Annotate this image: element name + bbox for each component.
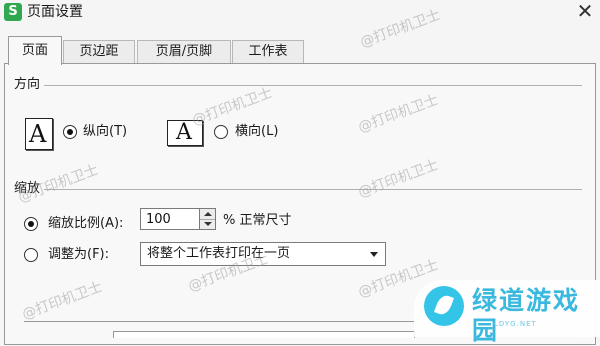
- landscape-icon: A: [167, 120, 203, 146]
- window-title: 页面设置: [27, 4, 83, 20]
- scale-suffix-label: % 正常尺寸: [223, 213, 292, 228]
- fit-to-select[interactable]: 将整个工作表打印在一页: [140, 242, 386, 266]
- scale-percent-input[interactable]: 100: [140, 208, 200, 230]
- brand-logo: 绿道游戏园 LDYG.NET: [414, 280, 600, 345]
- brand-name: 绿道游戏园: [472, 286, 581, 345]
- leaf-icon: [424, 286, 464, 326]
- tab-strip: 页面 页边距 页眉/页脚 工作表: [0, 36, 600, 65]
- scale-percent-radio[interactable]: [24, 217, 38, 231]
- fit-to-value: 将整个工作表打印在一页: [147, 246, 291, 261]
- title-bar: S 页面设置 ✕: [0, 0, 600, 34]
- orientation-divider: [44, 85, 582, 86]
- tab-margins[interactable]: 页边距: [63, 40, 135, 63]
- bottom-divider: [24, 321, 414, 322]
- close-button[interactable]: ✕: [574, 0, 596, 22]
- tab-page[interactable]: 页面: [8, 36, 62, 65]
- portrait-radio[interactable]: [63, 125, 77, 139]
- portrait-icon: A: [25, 118, 53, 150]
- fit-to-label[interactable]: 调整为(F):: [48, 247, 109, 263]
- scale-percent-label[interactable]: 缩放比例(A):: [48, 216, 123, 232]
- portrait-label[interactable]: 纵向(T): [83, 124, 127, 140]
- dropdown-caret-icon: [370, 252, 378, 257]
- scale-percent-stepper[interactable]: [200, 208, 216, 230]
- app-icon: S: [4, 3, 22, 21]
- brand-url: LDYG.NET: [494, 320, 537, 328]
- scaling-divider: [44, 189, 582, 190]
- orientation-group-title: 方向: [14, 77, 41, 92]
- scaling-group-title: 缩放: [14, 181, 41, 196]
- stepper-down-icon[interactable]: [200, 219, 215, 229]
- tab-header-footer[interactable]: 页眉/页脚: [137, 40, 231, 63]
- tab-sheet[interactable]: 工作表: [232, 40, 304, 63]
- landscape-radio[interactable]: [214, 125, 228, 139]
- landscape-label[interactable]: 横向(L): [235, 124, 278, 140]
- fit-to-radio[interactable]: [24, 248, 38, 262]
